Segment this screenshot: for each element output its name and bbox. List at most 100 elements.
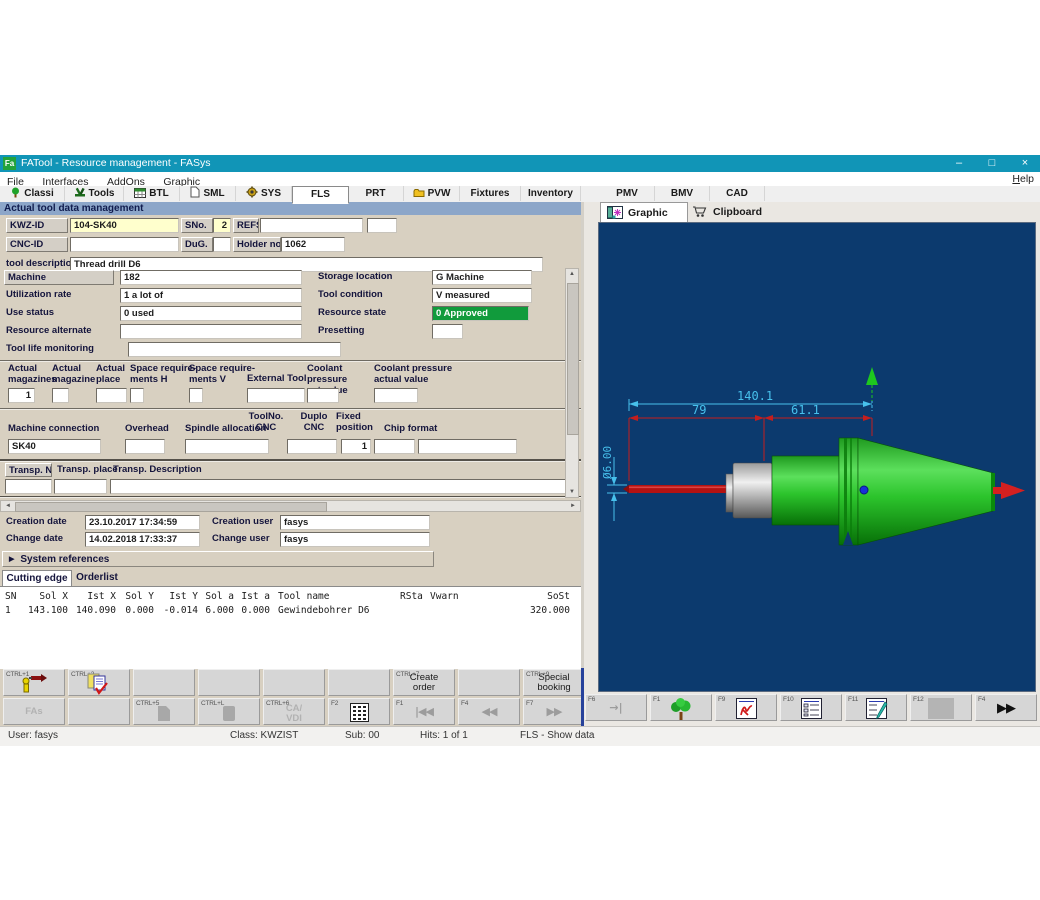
tab-sys[interactable]: SYS xyxy=(236,186,292,201)
utilization-rate-input[interactable]: 1 a lot of xyxy=(120,288,302,303)
col-sol-a[interactable]: Sol a xyxy=(198,591,234,604)
vertical-scrollbar[interactable]: ▲ ▼ xyxy=(565,268,579,498)
minimize-button[interactable]: – xyxy=(944,155,974,172)
col-sn[interactable]: SN xyxy=(0,591,25,604)
tab-fls[interactable]: FLS xyxy=(292,186,349,204)
external-tool-input[interactable] xyxy=(247,388,305,403)
dug-input[interactable] xyxy=(213,237,231,252)
col-ist-y[interactable]: Ist Y xyxy=(154,591,198,604)
document-edit-button[interactable]: F11 xyxy=(845,694,907,721)
holder-no-input[interactable]: 1062 xyxy=(281,237,345,252)
tool-condition-input[interactable]: V measured xyxy=(432,288,532,303)
toolbar-button-empty[interactable] xyxy=(263,669,325,696)
col-ist-a[interactable]: Ist a xyxy=(234,591,270,604)
machine-label-button[interactable]: Machine xyxy=(4,270,114,285)
tab-cad[interactable]: CAD xyxy=(710,186,765,201)
tab-pvw[interactable]: PVW xyxy=(404,186,460,201)
create-order-button[interactable]: CTRL+7Create order xyxy=(393,669,455,696)
fas-button[interactable]: FAs xyxy=(3,698,65,725)
tab-cutting-edge[interactable]: Cutting edge xyxy=(2,570,72,587)
serial-no-label-button[interactable]: SNo. xyxy=(181,218,213,233)
scroll-right-icon[interactable]: ► xyxy=(567,503,579,509)
tab-prt[interactable]: PRT xyxy=(348,186,404,201)
dug-label-button[interactable]: DuG. xyxy=(181,237,213,252)
tab-tools[interactable]: Tools xyxy=(65,186,124,201)
holder-no-label-button[interactable]: Holder no. xyxy=(233,237,281,252)
refs-extra-input[interactable] xyxy=(367,218,397,233)
table-row[interactable]: 1 143.100 140.090 0.000 -0.014 6.000 0.0… xyxy=(0,605,581,618)
transp-place-input[interactable] xyxy=(54,479,107,494)
horizontal-scrollbar[interactable]: ◄ ► xyxy=(0,500,581,512)
col-vwarn[interactable]: Vwarn xyxy=(430,591,472,604)
spindle-allocation-input[interactable] xyxy=(185,439,269,454)
toolbar-button-empty[interactable] xyxy=(458,669,520,696)
next-record-button[interactable]: F7▶▶ xyxy=(523,698,585,725)
resource-alternate-input[interactable] xyxy=(120,324,302,339)
col-rsta[interactable]: RSta xyxy=(400,591,430,604)
document-list-button[interactable]: F10 xyxy=(780,694,842,721)
serial-no-input[interactable]: 2 xyxy=(213,218,231,233)
button-tool-person[interactable]: CTRL+1 xyxy=(3,669,65,696)
coolant-pressure-actual-input[interactable] xyxy=(374,388,418,403)
system-references-expander[interactable]: ▶System references xyxy=(2,551,434,567)
transp-description-input[interactable] xyxy=(110,479,573,494)
machine-connection-input[interactable]: SK40 xyxy=(8,439,101,454)
goto-end-button[interactable]: F6→| xyxy=(585,694,647,721)
tab-btl[interactable]: BTL xyxy=(124,186,180,201)
tool-life-monitoring-input[interactable] xyxy=(128,342,341,357)
menu-help[interactable]: Help xyxy=(1012,173,1034,185)
chip-format-input[interactable] xyxy=(418,439,517,454)
classification-tree-button[interactable]: F1 xyxy=(650,694,712,721)
presetting-input[interactable] xyxy=(432,324,463,339)
creation-user-input[interactable]: fasys xyxy=(280,515,430,530)
tab-graphic[interactable]: Graphic xyxy=(600,202,688,223)
space-requirements-v-input[interactable] xyxy=(189,388,203,403)
document-button[interactable]: CTRL+L xyxy=(198,698,260,725)
document-report-button[interactable]: F9 xyxy=(715,694,777,721)
toolbar-button-empty[interactable] xyxy=(198,669,260,696)
col-sol-x[interactable]: Sol X xyxy=(25,591,68,604)
tab-pmv[interactable]: PMV xyxy=(600,186,655,201)
fixed-position-input[interactable] xyxy=(374,439,415,454)
cnc-id-input[interactable] xyxy=(70,237,179,252)
kwz-id-label-button[interactable]: KWZ-ID xyxy=(6,218,68,233)
col-sol-y[interactable]: Sol Y xyxy=(116,591,154,604)
transp-no-label-button[interactable]: Transp. No. xyxy=(5,463,52,477)
change-date-input[interactable]: 14.02.2018 17:33:37 xyxy=(85,532,200,547)
space-requirements-h-input[interactable] xyxy=(130,388,144,403)
coolant-pressure-set-input[interactable] xyxy=(307,388,339,403)
col-ist-x[interactable]: Ist X xyxy=(68,591,116,604)
resource-state-badge[interactable]: 0 Approved xyxy=(432,306,529,321)
tab-inventory[interactable]: Inventory xyxy=(521,186,581,201)
document-button[interactable]: CTRL+5 xyxy=(133,698,195,725)
overhead-input[interactable] xyxy=(125,439,165,454)
actual-magazine-input[interactable] xyxy=(52,388,69,403)
first-record-button[interactable]: F1|◀◀ xyxy=(393,698,455,725)
col-sost[interactable]: SoSt xyxy=(472,591,570,604)
tab-fixtures[interactable]: Fixtures xyxy=(460,186,521,201)
scroll-down-icon[interactable]: ▼ xyxy=(566,489,578,495)
duplo-cnc-input[interactable]: 1 xyxy=(341,439,371,454)
tab-orderlist[interactable]: Orderlist xyxy=(72,570,122,586)
scrollbar-thumb[interactable] xyxy=(567,283,579,435)
cnc-id-label-button[interactable]: CNC-ID xyxy=(6,237,68,252)
change-user-input[interactable]: fasys xyxy=(280,532,430,547)
toolbar-button-empty[interactable] xyxy=(328,669,390,696)
tab-sml[interactable]: SML xyxy=(180,186,236,201)
close-button[interactable]: × xyxy=(1010,155,1040,172)
table-view-button[interactable]: F2 xyxy=(328,698,390,725)
toolno-cnc-input[interactable] xyxy=(287,439,337,454)
toolbar-button-empty[interactable] xyxy=(68,698,130,725)
previous-record-button[interactable]: F4◀◀ xyxy=(458,698,520,725)
fast-forward-button[interactable]: F4▶▶ xyxy=(975,694,1037,721)
maximize-button[interactable]: □ xyxy=(977,155,1007,172)
tool-graphic-view[interactable]: 140.1 79 61.1 xyxy=(598,222,1036,692)
machine-input[interactable]: 182 xyxy=(120,270,302,285)
kwz-id-input[interactable]: 104-SK40 xyxy=(70,218,179,233)
storage-location-input[interactable]: G Machine xyxy=(432,270,532,285)
scroll-left-icon[interactable]: ◄ xyxy=(2,503,14,509)
scroll-up-icon[interactable]: ▲ xyxy=(566,271,578,277)
tab-classi[interactable]: Classi xyxy=(0,186,65,201)
special-booking-button[interactable]: CTRL+9Special booking xyxy=(523,669,585,696)
toolbar-button-empty[interactable] xyxy=(133,669,195,696)
